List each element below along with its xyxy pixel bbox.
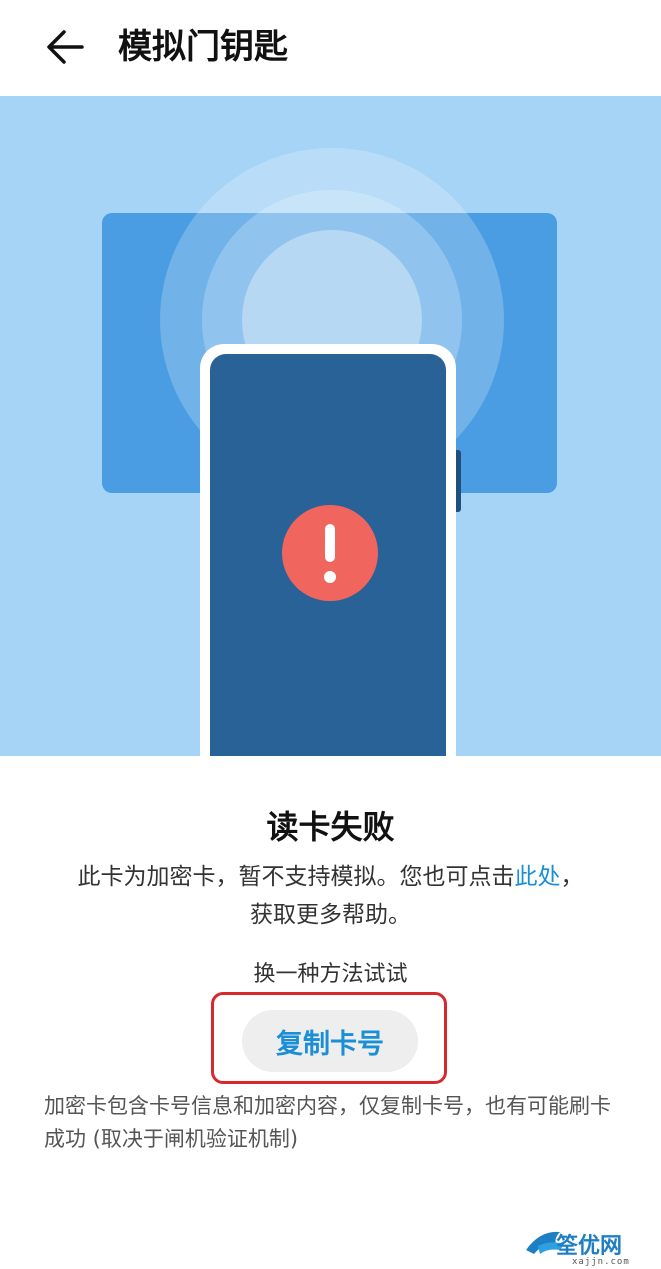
page-title: 模拟门钥匙: [118, 27, 288, 67]
read-failed-title: 读卡失败: [266, 808, 395, 846]
watermark-url: xajjn.com: [572, 1257, 630, 1267]
help-link[interactable]: 此处: [515, 864, 561, 890]
description-text: 此卡为加密卡，暂不支持模拟。您也可点击: [77, 864, 515, 890]
arrow-left-icon: [47, 30, 84, 64]
copy-card-number-button[interactable]: 复制卡号: [242, 1010, 418, 1072]
nfc-read-failure-illustration: [0, 96, 661, 756]
description-text-line2: 获取更多帮助。: [250, 902, 411, 928]
encrypted-card-note: 加密卡包含卡号信息和加密内容，仅复制卡号，也有可能刷卡成功 (取决于闸机验证机制…: [44, 1094, 611, 1151]
app-header: 模拟门钥匙: [0, 0, 661, 96]
back-button[interactable]: [40, 22, 90, 72]
failure-description: 此卡为加密卡，暂不支持模拟。您也可点击此处， 获取更多帮助。: [30, 858, 631, 934]
alternative-hint: 换一种方法试试: [253, 962, 408, 987]
watermark-text: 筌优网: [556, 1234, 623, 1259]
description-punct: ，: [560, 864, 584, 890]
exclamation-icon: [282, 505, 378, 601]
